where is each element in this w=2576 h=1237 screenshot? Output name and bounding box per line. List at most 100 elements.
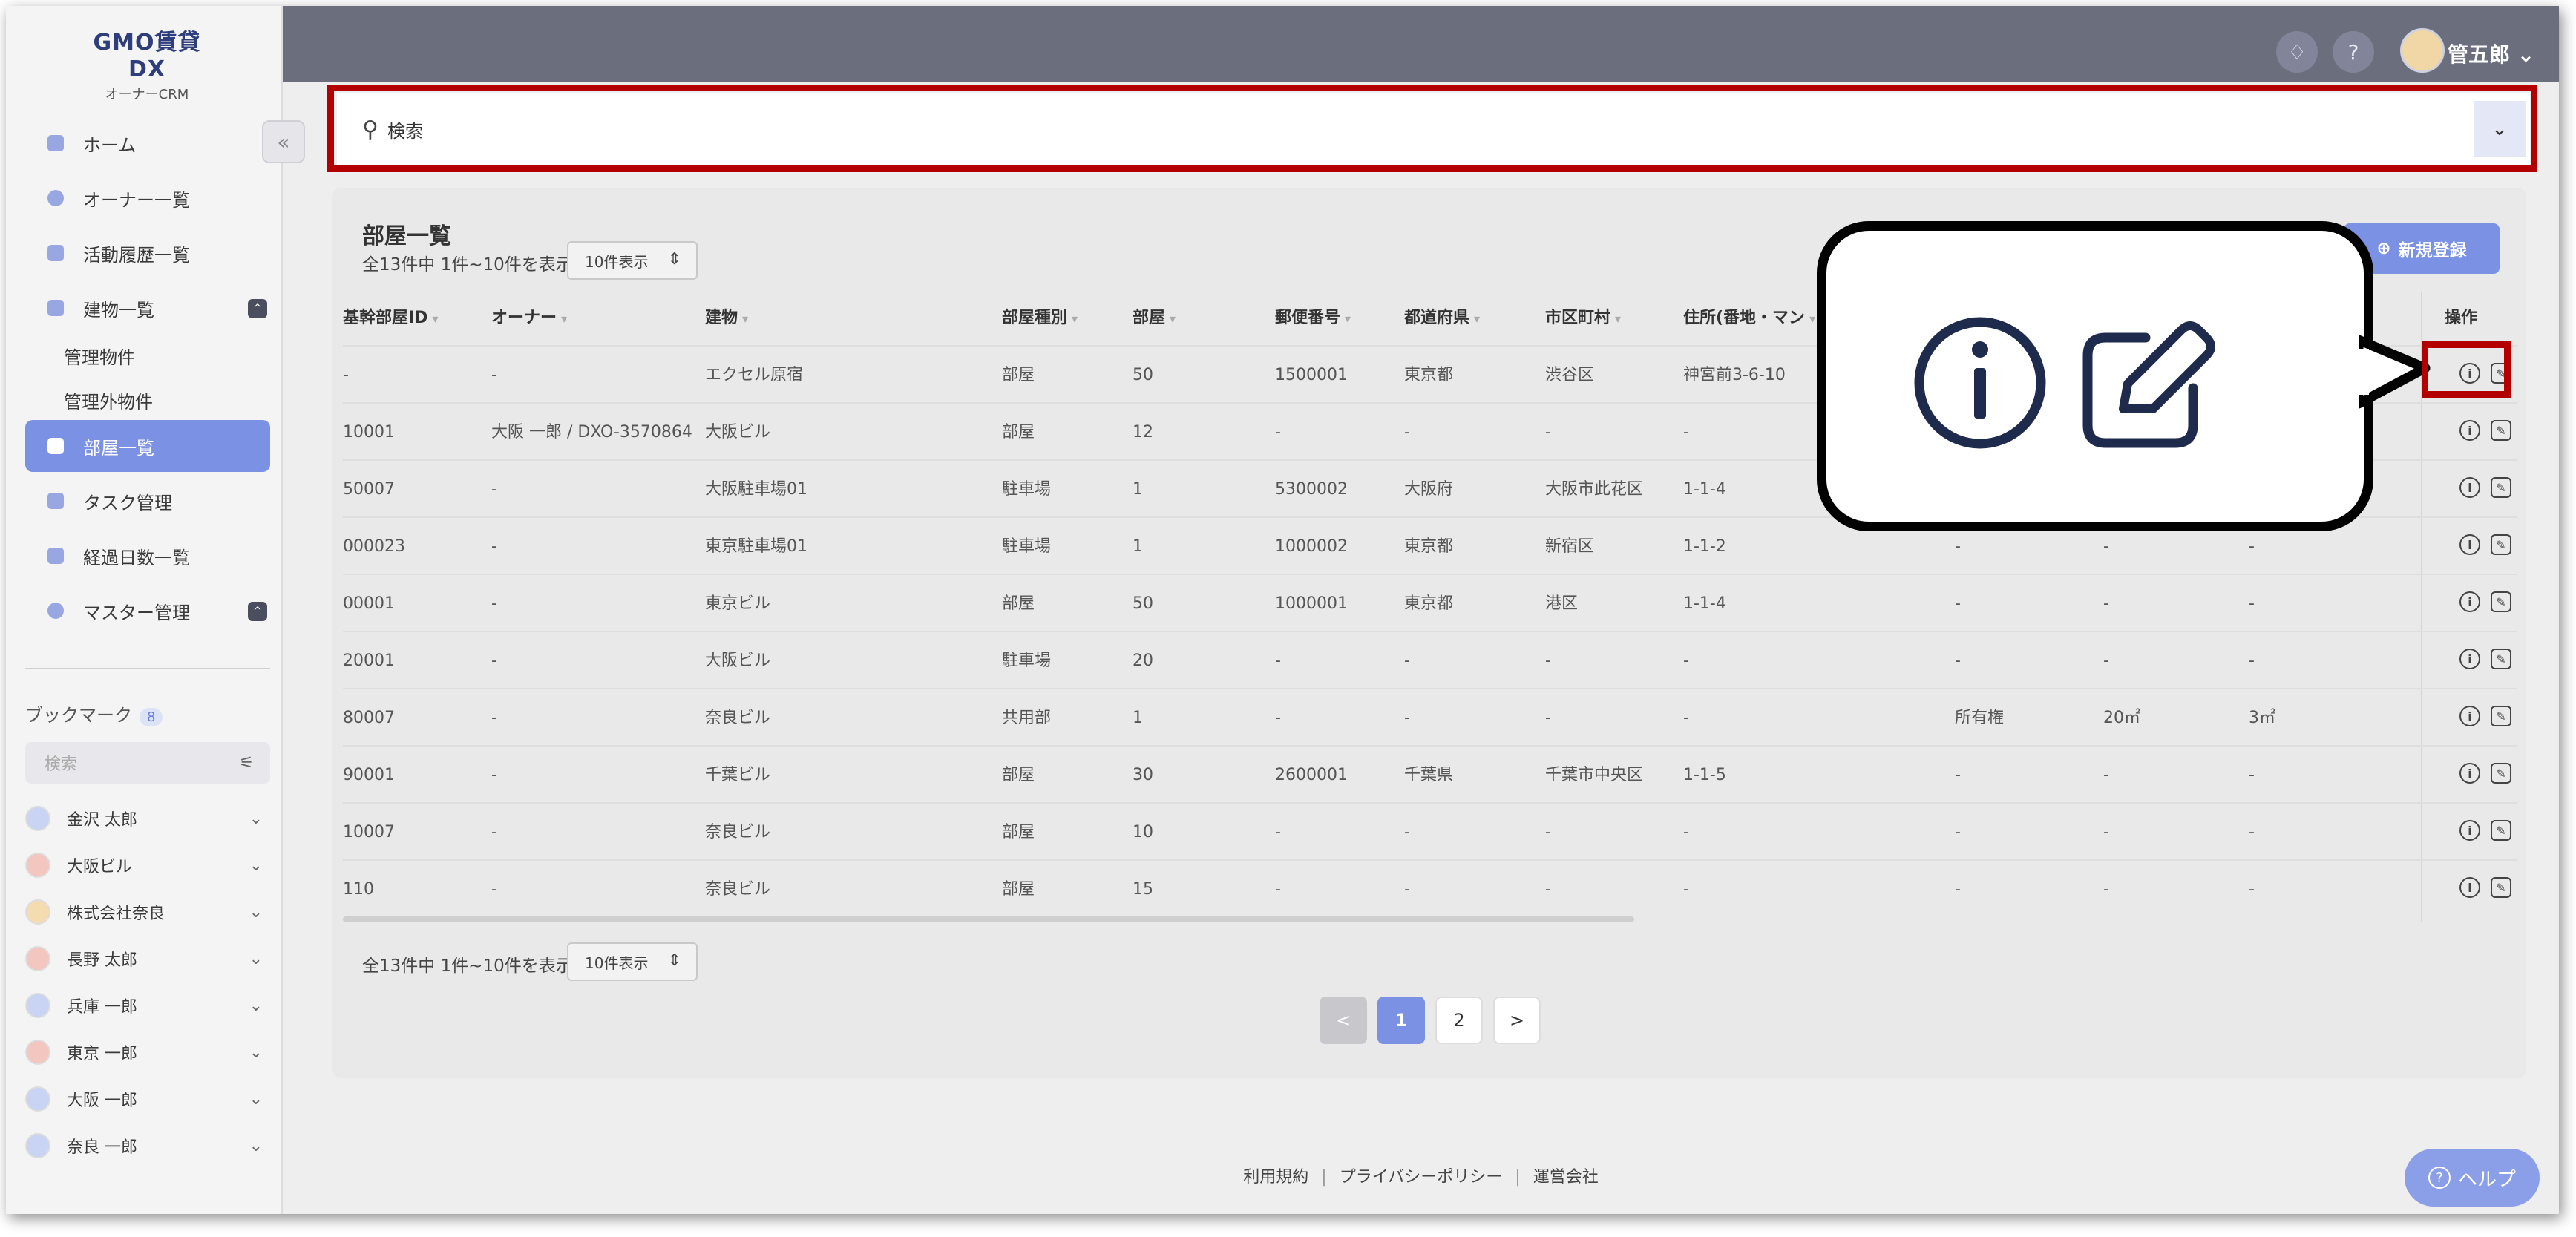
- bookmark-item[interactable]: 兵庫 一郎 ⌄: [25, 987, 270, 1024]
- table-cell-c3: -: [2249, 594, 2255, 613]
- col-zip-header[interactable]: 郵便番号 ▾: [1275, 292, 1351, 345]
- sidebar-item-owners[interactable]: オーナー一覧: [25, 172, 270, 224]
- column-label: 都道府県: [1404, 309, 1470, 327]
- sidebar-item-home[interactable]: ホーム: [25, 117, 270, 169]
- table-cell-city: 新宿区: [1545, 537, 1595, 556]
- col-address-header[interactable]: 住所(番地・マン ▾: [1683, 292, 1815, 345]
- sidebar-collapse-button[interactable]: «: [262, 120, 305, 163]
- info-icon[interactable]: i: [2459, 477, 2480, 498]
- pagination-prev-button[interactable]: <: [1320, 997, 1367, 1044]
- per-page-select[interactable]: 10件表示 ⇕: [567, 241, 698, 280]
- chevron-down-icon[interactable]: ⌄: [249, 810, 263, 828]
- table-cell-id: 00001: [343, 594, 395, 613]
- edit-icon[interactable]: ✎: [2491, 820, 2511, 841]
- sort-icon[interactable]: ▾: [561, 312, 567, 326]
- info-icon[interactable]: i: [2459, 649, 2480, 669]
- footer-link-terms[interactable]: 利用規約: [1243, 1168, 1308, 1187]
- sidebar-item-master[interactable]: マスター管理 ^: [25, 585, 270, 637]
- sidebar-item-buildings[interactable]: 建物一覧 ^: [25, 282, 270, 334]
- bookmark-item[interactable]: 東京 一郎 ⌄: [25, 1034, 270, 1071]
- sort-icon[interactable]: ▾: [1170, 312, 1176, 326]
- footer-link-company[interactable]: 運営会社: [1533, 1168, 1599, 1187]
- collapse-toggle-icon[interactable]: ^: [248, 299, 267, 318]
- sidebar-item-rooms[interactable]: 部屋一覧: [25, 420, 270, 472]
- edit-icon[interactable]: ✎: [2491, 534, 2511, 555]
- chevron-down-icon[interactable]: ⌄: [249, 903, 263, 922]
- chevron-down-icon[interactable]: ⌄: [249, 1043, 263, 1062]
- col-owner-header[interactable]: オーナー ▾: [491, 292, 567, 345]
- sort-icon[interactable]: ▾: [1072, 312, 1078, 326]
- chevron-down-icon[interactable]: ⌄: [249, 1137, 263, 1155]
- select-arrows-icon: ⇕: [667, 250, 681, 269]
- chevron-down-icon[interactable]: ⌄: [249, 1090, 263, 1109]
- pagination-page-1[interactable]: 1: [1377, 997, 1425, 1044]
- edit-icon[interactable]: ✎: [2491, 420, 2511, 441]
- sort-icon[interactable]: ▾: [1474, 312, 1480, 326]
- col-room-type-header[interactable]: 部屋種別 ▾: [1002, 292, 1078, 345]
- chevron-down-icon[interactable]: ⌄: [249, 997, 263, 1015]
- info-icon[interactable]: i: [2459, 591, 2480, 612]
- info-icon[interactable]: i: [2459, 420, 2480, 441]
- table-row[interactable]: 00001 - 東京ビル 部屋 50 1000001 東京都 港区 1-1-4 - - - i ✎: [343, 574, 2517, 631]
- help-button[interactable]: ? ヘルプ: [2405, 1149, 2540, 1207]
- sidebar-item-tasks[interactable]: タスク管理: [25, 475, 270, 527]
- sort-icon[interactable]: ▾: [432, 312, 438, 326]
- bookmark-item[interactable]: 大阪 一郎 ⌄: [25, 1080, 270, 1118]
- edit-icon[interactable]: ✎: [2491, 477, 2511, 498]
- collapse-toggle-icon[interactable]: ^: [248, 602, 267, 621]
- sort-icon[interactable]: ▾: [1615, 312, 1621, 326]
- col-prefecture-header[interactable]: 都道府県 ▾: [1404, 292, 1480, 345]
- sidebar-subitem-managed[interactable]: 管理物件: [64, 343, 135, 369]
- user-menu[interactable]: 管五郎 ⌄: [2448, 39, 2534, 68]
- page-title: 部屋一覧: [362, 223, 451, 249]
- chevron-down-icon[interactable]: ⌄: [249, 950, 263, 968]
- bookmark-item[interactable]: 大阪ビル ⌄: [25, 847, 270, 884]
- info-icon[interactable]: i: [2459, 706, 2480, 726]
- sort-icon[interactable]: ▾: [1809, 312, 1815, 326]
- per-page-select-bottom[interactable]: 10件表示 ⇕: [567, 942, 698, 981]
- table-row[interactable]: 20001 - 大阪ビル 駐車場 20 - - - - - - - i ✎: [343, 631, 2517, 688]
- sidebar-item-activity-history[interactable]: 活動履歴一覧: [25, 227, 270, 279]
- bookmark-item[interactable]: 株式会社奈良 ⌄: [25, 893, 270, 931]
- question-icon[interactable]: ?: [2333, 31, 2374, 73]
- bookmark-search-input[interactable]: 検索 ⚟: [25, 742, 270, 784]
- table-cell-pref: 千葉県: [1404, 766, 1454, 784]
- sidebar-subitem-unmanaged[interactable]: 管理外物件: [64, 387, 153, 413]
- edit-icon[interactable]: ✎: [2491, 877, 2511, 898]
- bookmark-item[interactable]: 奈良 一郎 ⌄: [25, 1127, 270, 1164]
- edit-icon[interactable]: ✎: [2491, 649, 2511, 669]
- table-row[interactable]: 10007 - 奈良ビル 部屋 10 - - - - - - - i ✎: [343, 802, 2517, 859]
- pagination-next-button[interactable]: >: [1493, 997, 1541, 1044]
- filter-icon[interactable]: ⚟: [239, 754, 254, 772]
- horizontal-scrollbar[interactable]: [343, 916, 1634, 922]
- table-row[interactable]: 110 - 奈良ビル 部屋 15 - - - - - - - i ✎: [343, 859, 2517, 916]
- sort-icon[interactable]: ▾: [742, 312, 748, 326]
- col-room-header[interactable]: 部屋 ▾: [1133, 292, 1176, 345]
- col-building-header[interactable]: 建物 ▾: [705, 292, 748, 345]
- col-room-id-header[interactable]: 基幹部屋ID ▾: [343, 292, 438, 345]
- info-icon[interactable]: i: [2459, 877, 2480, 898]
- sidebar-item-elapsed-days[interactable]: 経過日数一覧: [25, 530, 270, 582]
- sort-icon[interactable]: ▾: [1345, 312, 1351, 326]
- table-row[interactable]: 80007 - 奈良ビル 共用部 1 - - - - 所有権 20㎡ 3㎡ i ✎: [343, 688, 2517, 745]
- info-icon[interactable]: i: [2459, 820, 2480, 841]
- avatar: [25, 1086, 50, 1112]
- bell-icon[interactable]: ♢: [2276, 31, 2318, 73]
- edit-icon[interactable]: ✎: [2491, 591, 2511, 612]
- col-city-header[interactable]: 市区町村 ▾: [1545, 292, 1621, 345]
- bookmark-item[interactable]: 金沢 太郎 ⌄: [25, 800, 270, 837]
- info-icon[interactable]: i: [2459, 534, 2480, 555]
- chevron-down-icon[interactable]: ⌄: [249, 856, 263, 875]
- pagination-page-2[interactable]: 2: [1435, 997, 1483, 1044]
- help-label: ヘルプ: [2457, 1168, 2516, 1191]
- table-cell-addr: -: [1683, 423, 1689, 442]
- table-row[interactable]: 90001 - 千葉ビル 部屋 30 2600001 千葉県 千葉市中央区 1-1-5 - - - i ✎: [343, 745, 2517, 802]
- avatar[interactable]: [2400, 28, 2445, 73]
- bookmark-item[interactable]: 長野 太郎 ⌄: [25, 940, 270, 977]
- edit-icon[interactable]: ✎: [2491, 763, 2511, 784]
- table-cell-addr: 神宮前3-6-10: [1683, 366, 1786, 384]
- info-icon[interactable]: i: [2459, 763, 2480, 784]
- footer-link-privacy[interactable]: プライバシーポリシー: [1340, 1168, 1503, 1187]
- app-logo[interactable]: GMO賃貸DX オーナーCRM: [76, 24, 217, 103]
- edit-icon[interactable]: ✎: [2491, 706, 2511, 726]
